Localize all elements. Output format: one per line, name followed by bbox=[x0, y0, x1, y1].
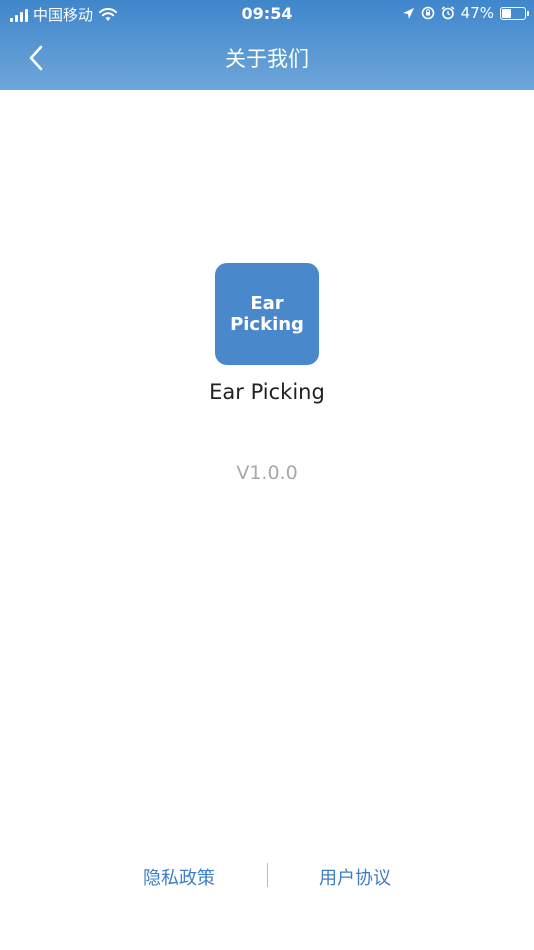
footer-divider bbox=[267, 863, 268, 887]
location-arrow-icon bbox=[402, 7, 414, 19]
battery-percent: 47% bbox=[460, 4, 494, 22]
footer-links: 隐私政策 用户协议 bbox=[0, 860, 534, 892]
app-logo-line2: Picking bbox=[230, 314, 304, 335]
battery-tip bbox=[527, 10, 529, 16]
app-logo-line1: Ear bbox=[250, 293, 284, 314]
alarm-icon bbox=[441, 6, 455, 20]
app-header: 中国移动 09:54 47% 关于我们 bbox=[0, 0, 534, 90]
nav-bar: 关于我们 bbox=[0, 28, 534, 90]
user-agreement-link[interactable]: 用户协议 bbox=[319, 864, 391, 890]
privacy-policy-link[interactable]: 隐私政策 bbox=[143, 864, 215, 890]
app-logo: Ear Picking bbox=[215, 263, 319, 365]
app-name: Ear Picking bbox=[209, 380, 325, 404]
page-title: 关于我们 bbox=[225, 47, 309, 71]
rotation-lock-icon bbox=[421, 6, 434, 20]
battery-fill bbox=[502, 8, 511, 18]
app-version: V1.0.0 bbox=[236, 462, 298, 484]
status-bar: 中国移动 09:54 47% bbox=[0, 0, 534, 28]
battery-icon bbox=[500, 6, 529, 20]
status-right: 47% bbox=[402, 4, 529, 22]
